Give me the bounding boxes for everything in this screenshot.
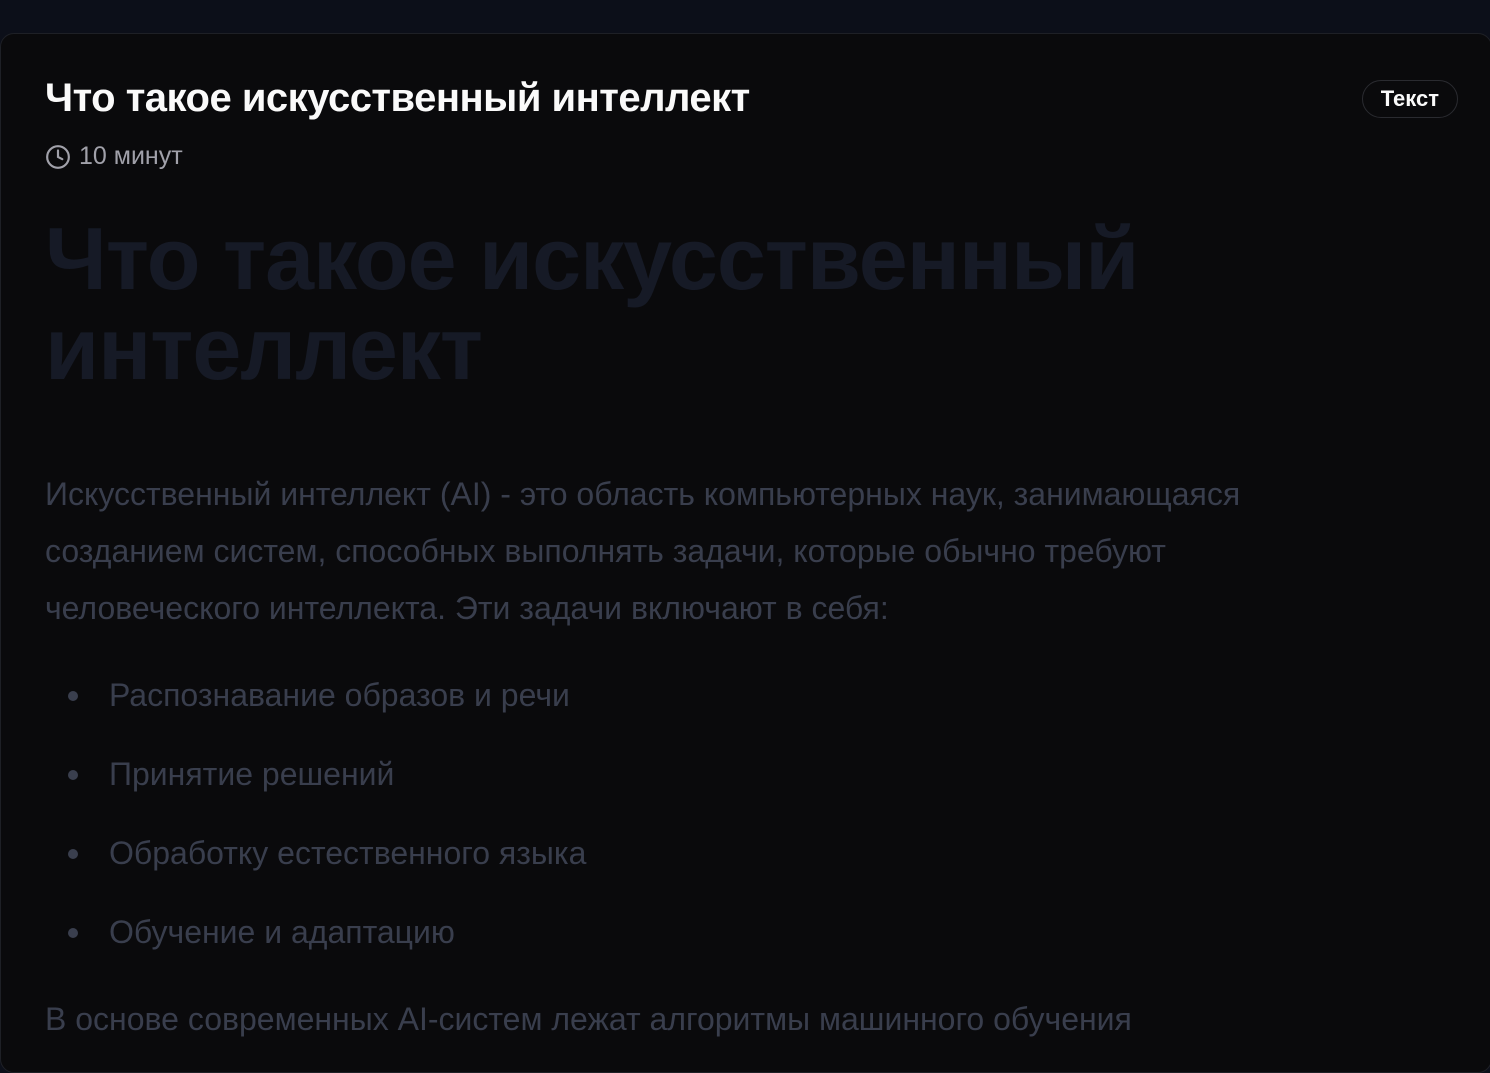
lesson-card: Что такое искусственный интеллект 10 мин… [0, 33, 1490, 1073]
duration-text: 10 минут [79, 142, 183, 170]
list-item: Распознавание образов и речи [68, 675, 1445, 715]
article-list: Распознавание образов и речи Принятие ре… [45, 675, 1445, 952]
lesson-title: Что такое искусственный интеллект [45, 76, 750, 120]
list-item: Обучение и адаптацию [68, 912, 1445, 952]
list-item: Принятие решений [68, 754, 1445, 794]
list-item: Обработку естественного языка [68, 833, 1445, 873]
clock-icon [46, 144, 70, 169]
article-intro: Искусственный интеллект (AI) - это облас… [45, 476, 1241, 626]
article-content: Что такое искусственный интеллект Искусс… [45, 214, 1445, 1048]
article-heading: Что такое искусственный интеллект [45, 209, 1139, 398]
lesson-duration: 10 минут [45, 142, 183, 171]
content-type-badge: Текст [1361, 80, 1458, 118]
article-paragraph: В основе современных AI-систем лежат алг… [45, 1001, 1132, 1037]
